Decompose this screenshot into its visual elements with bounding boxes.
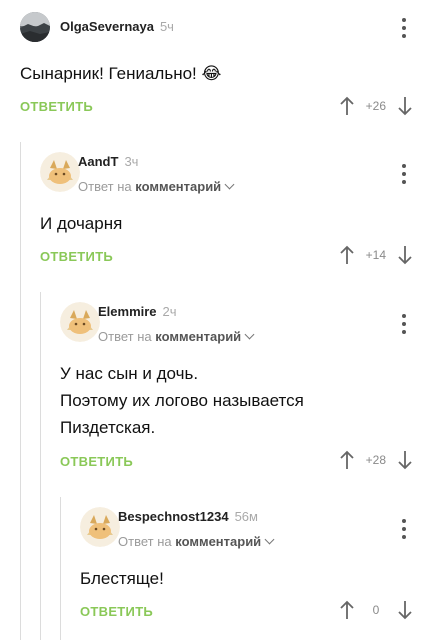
rating-value: +26 bbox=[365, 99, 386, 113]
comment-text: Блестяще! bbox=[80, 569, 164, 588]
rating-value: 0 bbox=[372, 603, 380, 617]
chevron-down-icon bbox=[244, 329, 255, 340]
vote-controls: +14 bbox=[338, 244, 414, 266]
vote-controls: 0 bbox=[338, 599, 414, 621]
author-name[interactable]: AandT 3ч bbox=[78, 154, 138, 169]
reply-to-link[interactable]: Ответ на комментарий bbox=[78, 179, 235, 194]
arrow-down-icon[interactable] bbox=[396, 244, 414, 266]
reply-button[interactable]: ОТВЕТИТЬ bbox=[20, 99, 93, 114]
comment-text-line: Пиздетская. bbox=[60, 418, 156, 437]
reply-button[interactable]: ОТВЕТИТЬ bbox=[80, 604, 153, 619]
arrow-up-icon[interactable] bbox=[338, 244, 356, 266]
kebab-icon[interactable] bbox=[394, 312, 414, 336]
comment-olgasevernaya: OlgaSevernaya 5ч Сынарник! Гениально! 😂 О… bbox=[20, 10, 420, 130]
comment-aandt: AandT 3ч Ответ на комментарий И дочарня О… bbox=[40, 152, 420, 277]
comment-text-line: У нас сын и дочь. bbox=[60, 364, 199, 383]
reply-to-link[interactable]: Ответ на комментарий bbox=[118, 534, 275, 549]
comment-time: 3ч bbox=[124, 154, 139, 169]
author-name[interactable]: OlgaSevernaya 5ч bbox=[60, 19, 174, 34]
rating-value: +14 bbox=[365, 248, 386, 262]
chevron-down-icon bbox=[224, 179, 235, 190]
comment-time: 56м bbox=[234, 509, 258, 524]
comment-text: Сынарник! Гениально! 😂 bbox=[20, 64, 222, 83]
comment-time: 5ч bbox=[159, 19, 174, 34]
thread-line-level-1 bbox=[20, 142, 21, 640]
comment-text-line: Поэтому их логово называется bbox=[60, 391, 304, 410]
kebab-icon[interactable] bbox=[394, 16, 414, 40]
arrow-down-icon[interactable] bbox=[396, 95, 414, 117]
thread-line-level-3 bbox=[60, 497, 61, 640]
arrow-down-icon[interactable] bbox=[396, 599, 414, 621]
vote-controls: +26 bbox=[338, 95, 414, 117]
avatar[interactable] bbox=[20, 12, 50, 42]
reply-button[interactable]: ОТВЕТИТЬ bbox=[60, 454, 133, 469]
chevron-down-icon bbox=[264, 534, 275, 545]
kebab-icon[interactable] bbox=[394, 162, 414, 186]
author-name[interactable]: Bespechnost1234 56м bbox=[118, 509, 258, 524]
comment-bespechnost1234: Bespechnost1234 56м Ответ на комментарий … bbox=[80, 507, 420, 632]
comment-text: У нас сын и дочь. Поэтому их логово назы… bbox=[60, 360, 304, 441]
author-name[interactable]: Elemmire 2ч bbox=[98, 304, 177, 319]
vote-controls: +28 bbox=[338, 449, 414, 471]
cat-avatar-icon[interactable] bbox=[40, 152, 80, 192]
arrow-up-icon[interactable] bbox=[338, 599, 356, 621]
reply-button[interactable]: ОТВЕТИТЬ bbox=[40, 249, 113, 264]
reply-to-link[interactable]: Ответ на комментарий bbox=[98, 329, 255, 344]
cat-avatar-icon[interactable] bbox=[80, 507, 120, 547]
rating-value: +28 bbox=[365, 453, 386, 467]
cat-avatar-icon[interactable] bbox=[60, 302, 100, 342]
thread-line-level-2 bbox=[40, 292, 41, 640]
arrow-up-icon[interactable] bbox=[338, 449, 356, 471]
comment-elemmire: Elemmire 2ч Ответ на комментарий У нас сы… bbox=[60, 302, 420, 482]
comment-time: 2ч bbox=[162, 304, 177, 319]
arrow-up-icon[interactable] bbox=[338, 95, 356, 117]
kebab-icon[interactable] bbox=[394, 517, 414, 541]
comment-text: И дочарня bbox=[40, 214, 123, 233]
arrow-down-icon[interactable] bbox=[396, 449, 414, 471]
